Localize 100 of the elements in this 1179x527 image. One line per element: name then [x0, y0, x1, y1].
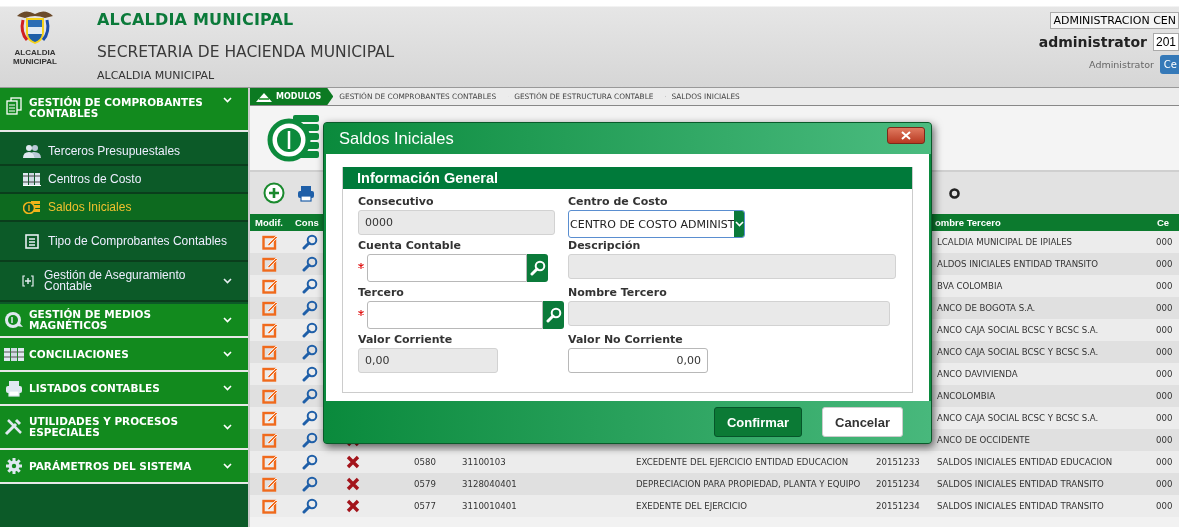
table-cell: ANCO CAJA SOCIAL BCSC Y BCSC S.A. — [937, 413, 1099, 423]
search-icon[interactable] — [302, 300, 318, 316]
table-cell: 000 — [1156, 435, 1173, 445]
delete-icon[interactable] — [346, 499, 360, 513]
field-label: Consecutivo — [358, 195, 435, 208]
table-cell: 000 — [1156, 325, 1173, 335]
column-header: Modif. — [255, 217, 283, 228]
table-cell: 20151233 — [876, 457, 920, 467]
table-cell: 20151234 — [876, 501, 920, 511]
edit-icon[interactable] — [262, 366, 278, 382]
table-cell: 3128040401 — [462, 479, 517, 489]
search-icon[interactable] — [302, 498, 318, 514]
edit-icon[interactable] — [262, 256, 278, 272]
column-header: Cons — [295, 217, 319, 228]
chevron-down-icon — [223, 97, 232, 103]
search-icon[interactable] — [302, 432, 318, 448]
mountain-icon — [256, 91, 272, 102]
table-cell: SALDOS INICIALES ENTIDAD EDUCACION — [937, 457, 1113, 467]
circle-icon[interactable] — [949, 187, 960, 199]
dropdown[interactable]: CENTRO DE COSTO ADMINIST — [568, 210, 745, 238]
search-icon[interactable] — [302, 366, 318, 382]
search-icon[interactable] — [302, 388, 318, 404]
input-field: 0000 — [358, 210, 555, 235]
edit-icon[interactable] — [262, 344, 278, 360]
edit-icon[interactable] — [262, 476, 278, 492]
edit-icon[interactable] — [262, 432, 278, 448]
search-icon — [529, 260, 546, 276]
search-icon[interactable] — [302, 322, 318, 338]
edit-icon[interactable] — [262, 498, 278, 514]
close-icon — [901, 131, 911, 140]
tools-icon — [4, 418, 24, 436]
search-button[interactable] — [543, 301, 564, 329]
search-icon[interactable] — [302, 410, 318, 426]
table-cell: BVA COLOMBIA — [937, 281, 1003, 291]
menu-group[interactable]: LISTADOS CONTABLES — [0, 372, 248, 406]
cancel-button[interactable]: Cancelar — [822, 407, 903, 437]
menu-group[interactable]: CONCILIACIONES — [0, 338, 248, 372]
table-cell: 31100103 — [462, 457, 506, 467]
column-header: Ce — [1157, 217, 1170, 228]
chevron-down-icon — [223, 463, 232, 469]
table-cell: 000 — [1156, 303, 1173, 313]
search-button[interactable] — [527, 254, 548, 282]
table-cell: 3110010401 — [462, 501, 517, 511]
binders-icon — [4, 346, 24, 362]
delete-icon[interactable] — [346, 477, 360, 491]
menu-group[interactable]: GESTIÓN DE COMPROBANTES CONTABLES — [0, 88, 248, 132]
table-cell: SALDOS INICIALES ENTIDAD TRANSITO — [937, 501, 1104, 511]
globe-icon — [4, 311, 24, 329]
menu-group[interactable]: GESTIÓN DE MEDIOS MAGNÉTICOS — [0, 304, 248, 338]
gear-icon — [5, 457, 23, 475]
year-field[interactable]: 201 — [1152, 33, 1179, 51]
input-field[interactable] — [367, 301, 543, 329]
table-cell: 000 — [1156, 391, 1173, 401]
edit-icon[interactable] — [262, 410, 278, 426]
table-cell: 0579 — [414, 479, 436, 489]
printer-icon — [5, 379, 23, 397]
input-field[interactable]: 0,00 — [568, 348, 708, 373]
table-cell: 000 — [1156, 347, 1173, 357]
field-label: Valor Corriente — [358, 333, 454, 346]
table-cell: 20151234 — [876, 479, 920, 489]
search-icon — [545, 307, 562, 323]
table-cell: ANCO DAVIVIENDA — [937, 369, 1018, 379]
edit-icon[interactable] — [262, 300, 278, 316]
edit-icon[interactable] — [262, 454, 278, 470]
table-cell: 000 — [1156, 457, 1173, 467]
printer-icon[interactable] — [297, 184, 315, 202]
close-button[interactable] — [887, 127, 925, 144]
table-cell: 000 — [1156, 479, 1173, 489]
delete-icon[interactable] — [346, 455, 360, 469]
modules-link[interactable]: MODULOS — [250, 88, 334, 105]
table-cell: 000 — [1156, 237, 1173, 247]
search-icon[interactable] — [302, 454, 318, 470]
unit-dropdown[interactable]: ADMINISTRACION CEN — [1050, 12, 1179, 29]
binders-icon — [23, 172, 41, 186]
table-cell: 000 — [1156, 281, 1173, 291]
search-icon[interactable] — [302, 278, 318, 294]
table-cell: ANCO CAJA SOCIAL BCSC Y BCSC S.A. — [937, 325, 1099, 335]
search-icon[interactable] — [302, 344, 318, 360]
search-icon[interactable] — [302, 476, 318, 492]
document-list-icon — [25, 233, 39, 249]
table-cell: DEPRECIACION PARA PROPIEDAD, PLANTA Y EQUIPO — [636, 479, 861, 489]
add-icon[interactable] — [263, 182, 285, 204]
input-field[interactable] — [367, 254, 527, 282]
menu-group[interactable]: PARÁMETROS DEL SISTEMA — [0, 450, 248, 484]
user-button[interactable]: Ce — [1159, 55, 1179, 74]
edit-icon[interactable] — [262, 234, 278, 250]
table-cell: ANCOLOMBIA — [937, 391, 996, 401]
chevron-down-icon — [223, 424, 232, 430]
edit-icon[interactable] — [262, 278, 278, 294]
dialog-title: Saldos Iniciales — [339, 129, 454, 148]
search-icon[interactable] — [302, 256, 318, 272]
required-icon — [358, 263, 364, 269]
field-label: Valor No Corriente — [568, 333, 684, 346]
confirm-button[interactable]: Confirmar — [713, 407, 803, 437]
edit-icon[interactable] — [262, 388, 278, 404]
menu-item[interactable]: Saldos Iniciales — [0, 194, 248, 222]
search-icon[interactable] — [302, 234, 318, 250]
menu-group[interactable]: UTILIDADES Y PROCESOS ESPECIALES — [0, 406, 248, 450]
edit-icon[interactable] — [262, 322, 278, 338]
table-cell: ANCO DE OCCIDENTE — [937, 435, 1031, 445]
